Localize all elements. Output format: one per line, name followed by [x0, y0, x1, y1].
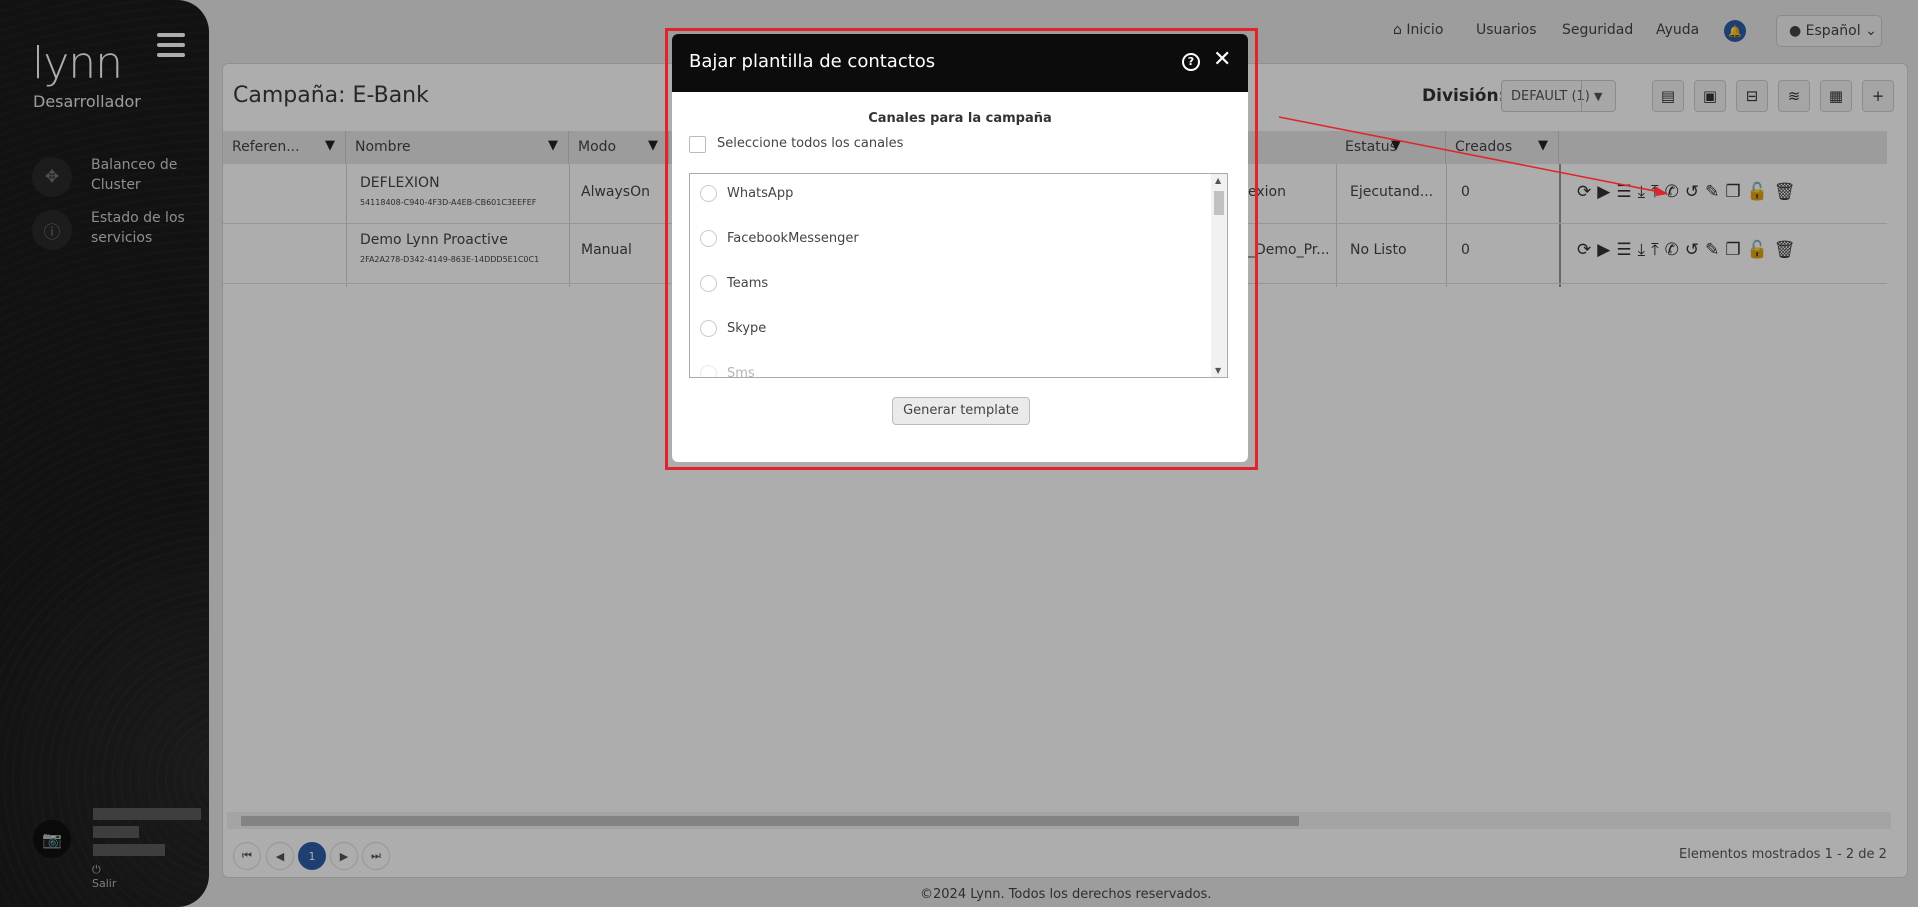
channel-label: FacebookMessenger [727, 231, 859, 246]
list-item[interactable]: Sms [700, 365, 755, 378]
channel-checkbox[interactable] [700, 365, 717, 377]
scroll-up-icon[interactable]: ▲ [1215, 176, 1221, 185]
select-all-label[interactable]: Seleccione todos los canales [717, 136, 903, 151]
channel-label: WhatsApp [727, 186, 794, 201]
close-icon[interactable]: ✕ [1213, 47, 1231, 72]
channel-label: Skype [727, 321, 767, 336]
generate-template-button[interactable]: Generar template [892, 397, 1030, 425]
channel-checkbox[interactable] [700, 185, 717, 202]
download-template-modal: Bajar plantilla de contactos ? ✕ Canales… [672, 34, 1248, 462]
vertical-scrollbar[interactable]: ▲ ▼ [1211, 174, 1227, 377]
select-all-checkbox[interactable] [689, 136, 706, 153]
scroll-down-icon[interactable]: ▼ [1215, 366, 1221, 375]
channel-checkbox[interactable] [700, 320, 717, 337]
modal-header: Bajar plantilla de contactos ? ✕ [672, 34, 1248, 92]
scrollbar-thumb[interactable] [1214, 191, 1224, 215]
channel-label: Sms [727, 366, 755, 378]
list-item[interactable]: Teams [700, 275, 768, 292]
list-item[interactable]: FacebookMessenger [700, 230, 859, 247]
channel-label: Teams [727, 276, 769, 291]
channel-list[interactable]: WhatsApp FacebookMessenger Teams Skype S… [689, 173, 1228, 378]
channel-checkbox[interactable] [700, 230, 717, 247]
list-item[interactable]: WhatsApp [700, 185, 793, 202]
help-icon[interactable]: ? [1182, 53, 1200, 71]
modal-title: Bajar plantilla de contactos [689, 51, 936, 72]
section-title: Canales para la campaña [868, 111, 1052, 126]
channel-checkbox[interactable] [700, 275, 717, 292]
list-item[interactable]: Skype [700, 320, 766, 337]
